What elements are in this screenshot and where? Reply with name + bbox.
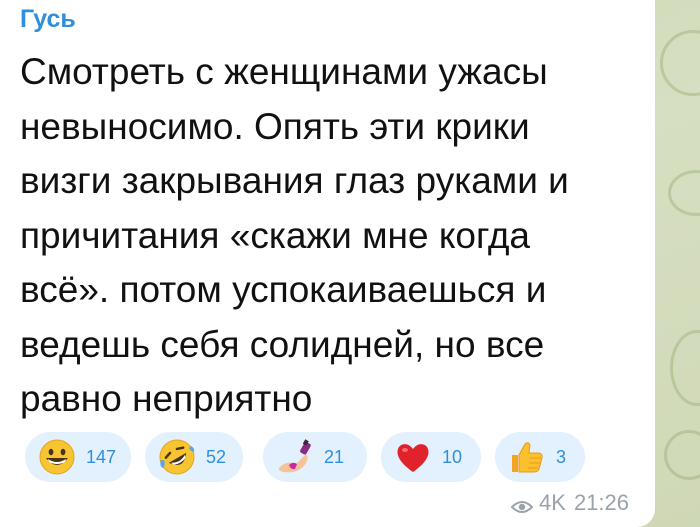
message-meta: 4K 21:26 xyxy=(510,490,629,516)
message-line: причитания «скажи мне когда xyxy=(20,214,531,256)
reaction-count: 52 xyxy=(206,447,227,467)
nail-polish-icon xyxy=(276,438,314,476)
red-heart-icon xyxy=(394,438,432,476)
reaction-count: 10 xyxy=(442,447,463,467)
message-line: всё». потом успокаиваешься и xyxy=(20,269,547,310)
reaction-grinning[interactable]: 147 xyxy=(25,432,131,482)
message-line: визги закрывания глаз руками и xyxy=(20,160,569,201)
eye-icon xyxy=(510,495,534,513)
background-doodle xyxy=(660,30,700,96)
background-doodle xyxy=(670,330,700,406)
message-text: Смотреть с женщинами ужасы невыносимо. О… xyxy=(20,45,640,427)
reaction-count: 3 xyxy=(556,447,567,467)
thumbs-up-icon xyxy=(508,438,546,476)
sender-name[interactable]: Гусь xyxy=(20,4,76,34)
message-line: ведешь себя солидней, но все xyxy=(20,323,545,365)
reaction-heart[interactable]: 10 xyxy=(381,432,481,482)
reaction-count: 21 xyxy=(324,447,345,467)
rolling-on-floor-laughing-icon xyxy=(158,438,196,476)
reaction-rofl[interactable]: 52 xyxy=(145,432,243,482)
grinning-face-icon xyxy=(38,438,76,476)
reaction-count: 147 xyxy=(86,447,117,467)
message-bubble[interactable]: Гусь Смотреть с женщинами ужасы невыноси… xyxy=(0,0,655,527)
message-time: 21:26 xyxy=(573,490,629,515)
reaction-thumbs-up[interactable]: 3 xyxy=(495,432,585,482)
reaction-nail-polish[interactable]: 21 xyxy=(263,432,367,482)
view-count: 4K xyxy=(539,490,566,515)
message-line: Смотреть с женщинами ужасы xyxy=(20,51,548,92)
background-doodle xyxy=(664,430,700,480)
message-line: невыносимо. Опять эти крики xyxy=(20,105,530,147)
message-line: равно неприятно xyxy=(20,378,313,419)
background-doodle xyxy=(668,170,700,216)
